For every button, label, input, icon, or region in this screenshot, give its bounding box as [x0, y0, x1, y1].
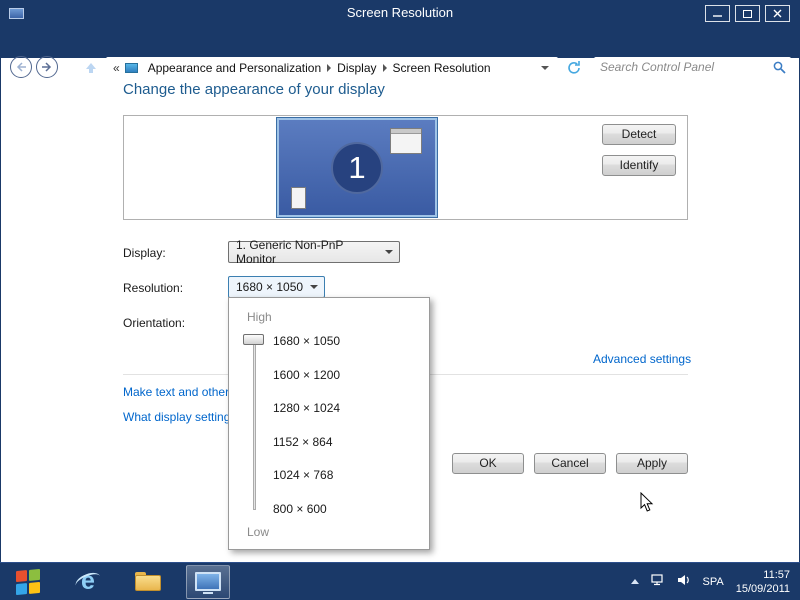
monitor-mini-panel-icon [291, 187, 306, 209]
display-label: Display: [123, 246, 166, 260]
page-title: Change the appearance of your display [123, 81, 385, 98]
up-arrow-icon [86, 63, 96, 73]
display-settings-icon-stand [203, 591, 213, 594]
display-dropdown-value: 1. Generic Non-PnP Monitor [236, 238, 344, 266]
resolution-option[interactable]: 1680 × 1050 [273, 334, 340, 349]
close-button[interactable] [765, 5, 790, 22]
close-icon [773, 9, 782, 18]
resolution-option[interactable]: 1152 × 864 [273, 435, 333, 450]
resolution-dropdown-value: 1680 × 1050 [236, 280, 304, 294]
refresh-button[interactable] [562, 57, 586, 78]
resolution-dropdown[interactable]: 1680 × 1050 [228, 276, 325, 298]
mouse-cursor [640, 491, 654, 516]
network-icon[interactable] [650, 574, 665, 589]
maximize-button[interactable] [735, 5, 760, 22]
forward-arrow-icon [42, 62, 52, 72]
what-display-settings-link[interactable]: What display setting [123, 410, 230, 424]
apply-button[interactable]: Apply [616, 453, 688, 474]
display-dropdown[interactable]: 1. Generic Non-PnP Monitor [228, 238, 400, 266]
search-input[interactable] [594, 57, 768, 76]
monitor-1-graphic[interactable]: 1 [276, 117, 438, 218]
resolution-slider-track[interactable] [253, 338, 256, 510]
clock-time: 11:57 [763, 568, 790, 581]
tray-expand-icon[interactable] [630, 579, 639, 584]
titlebar: Screen Resolution [0, 0, 800, 26]
forward-button[interactable] [36, 56, 58, 78]
taskbar-internet-explorer-button[interactable]: e [66, 565, 110, 599]
back-button[interactable] [10, 56, 32, 78]
volume-icon[interactable] [677, 574, 691, 589]
search-box [594, 57, 791, 78]
folder-icon [135, 572, 161, 591]
breadcrumb-overflow-chevron[interactable]: « [113, 61, 120, 75]
breadcrumb-item-screen-resolution[interactable]: Screen Resolution [387, 61, 497, 75]
start-button[interactable] [6, 565, 50, 599]
monitor-mini-window-icon [390, 128, 422, 154]
orientation-label: Orientation: [123, 316, 186, 330]
slider-low-label: Low [247, 525, 270, 539]
system-tray: SPA 11:57 15/09/2011 [630, 568, 800, 596]
resolution-label: Resolution: [123, 281, 184, 295]
maximize-icon [743, 9, 752, 18]
breadcrumb: « Appearance and Personalization Display… [106, 57, 558, 78]
taskbar-clock[interactable]: 11:57 15/09/2011 [736, 568, 790, 596]
taskbar: e SPA 11:57 15/09/2011 [0, 562, 800, 600]
advanced-settings-link[interactable]: Advanced settings [593, 352, 691, 366]
minimize-icon [713, 15, 722, 17]
back-arrow-icon [16, 62, 26, 72]
minimize-button[interactable] [705, 5, 730, 22]
breadcrumb-item-display[interactable]: Display [331, 61, 382, 75]
chevron-down-icon [310, 285, 318, 289]
resolution-option[interactable]: 1024 × 768 [273, 468, 333, 483]
resolution-slider-handle[interactable] [243, 334, 264, 345]
make-text-larger-link[interactable]: Make text and other [123, 385, 229, 399]
detect-button[interactable]: Detect [602, 124, 676, 145]
identify-button[interactable]: Identify [602, 155, 676, 176]
navigation-bar: « Appearance and Personalization Display… [0, 26, 800, 78]
window-title: Screen Resolution [346, 5, 454, 20]
cancel-button[interactable]: Cancel [534, 453, 606, 474]
search-icon[interactable] [773, 61, 786, 77]
resolution-option[interactable]: 1600 × 1200 [273, 368, 340, 383]
resolution-option[interactable]: 1280 × 1024 [273, 401, 340, 416]
refresh-icon [568, 61, 580, 74]
taskbar-explorer-button[interactable] [126, 565, 170, 599]
monitor-number-badge: 1 [331, 141, 383, 194]
language-indicator[interactable]: SPA [703, 576, 724, 588]
clock-date: 15/09/2011 [735, 582, 790, 595]
windows-logo-icon [16, 568, 40, 595]
slider-high-label: High [247, 310, 272, 324]
resolution-option[interactable]: 800 × 600 [273, 502, 327, 517]
chevron-down-icon [385, 250, 393, 254]
display-settings-icon [195, 572, 221, 591]
ok-button[interactable]: OK [452, 453, 524, 474]
screen-resolution-window: Screen Resolution « Appearance and Perso… [0, 0, 800, 600]
breadcrumb-dropdown-icon[interactable] [541, 65, 549, 70]
resolution-slider-popup: High 1680 × 1050 1600 × 1200 1280 × 1024… [228, 297, 430, 550]
breadcrumb-item-appearance[interactable]: Appearance and Personalization [142, 61, 327, 75]
internet-explorer-ring-icon [73, 569, 103, 592]
taskbar-display-settings-button[interactable] [186, 564, 230, 599]
window-controls [705, 5, 790, 22]
up-button[interactable] [82, 60, 100, 76]
control-panel-icon [124, 62, 138, 73]
